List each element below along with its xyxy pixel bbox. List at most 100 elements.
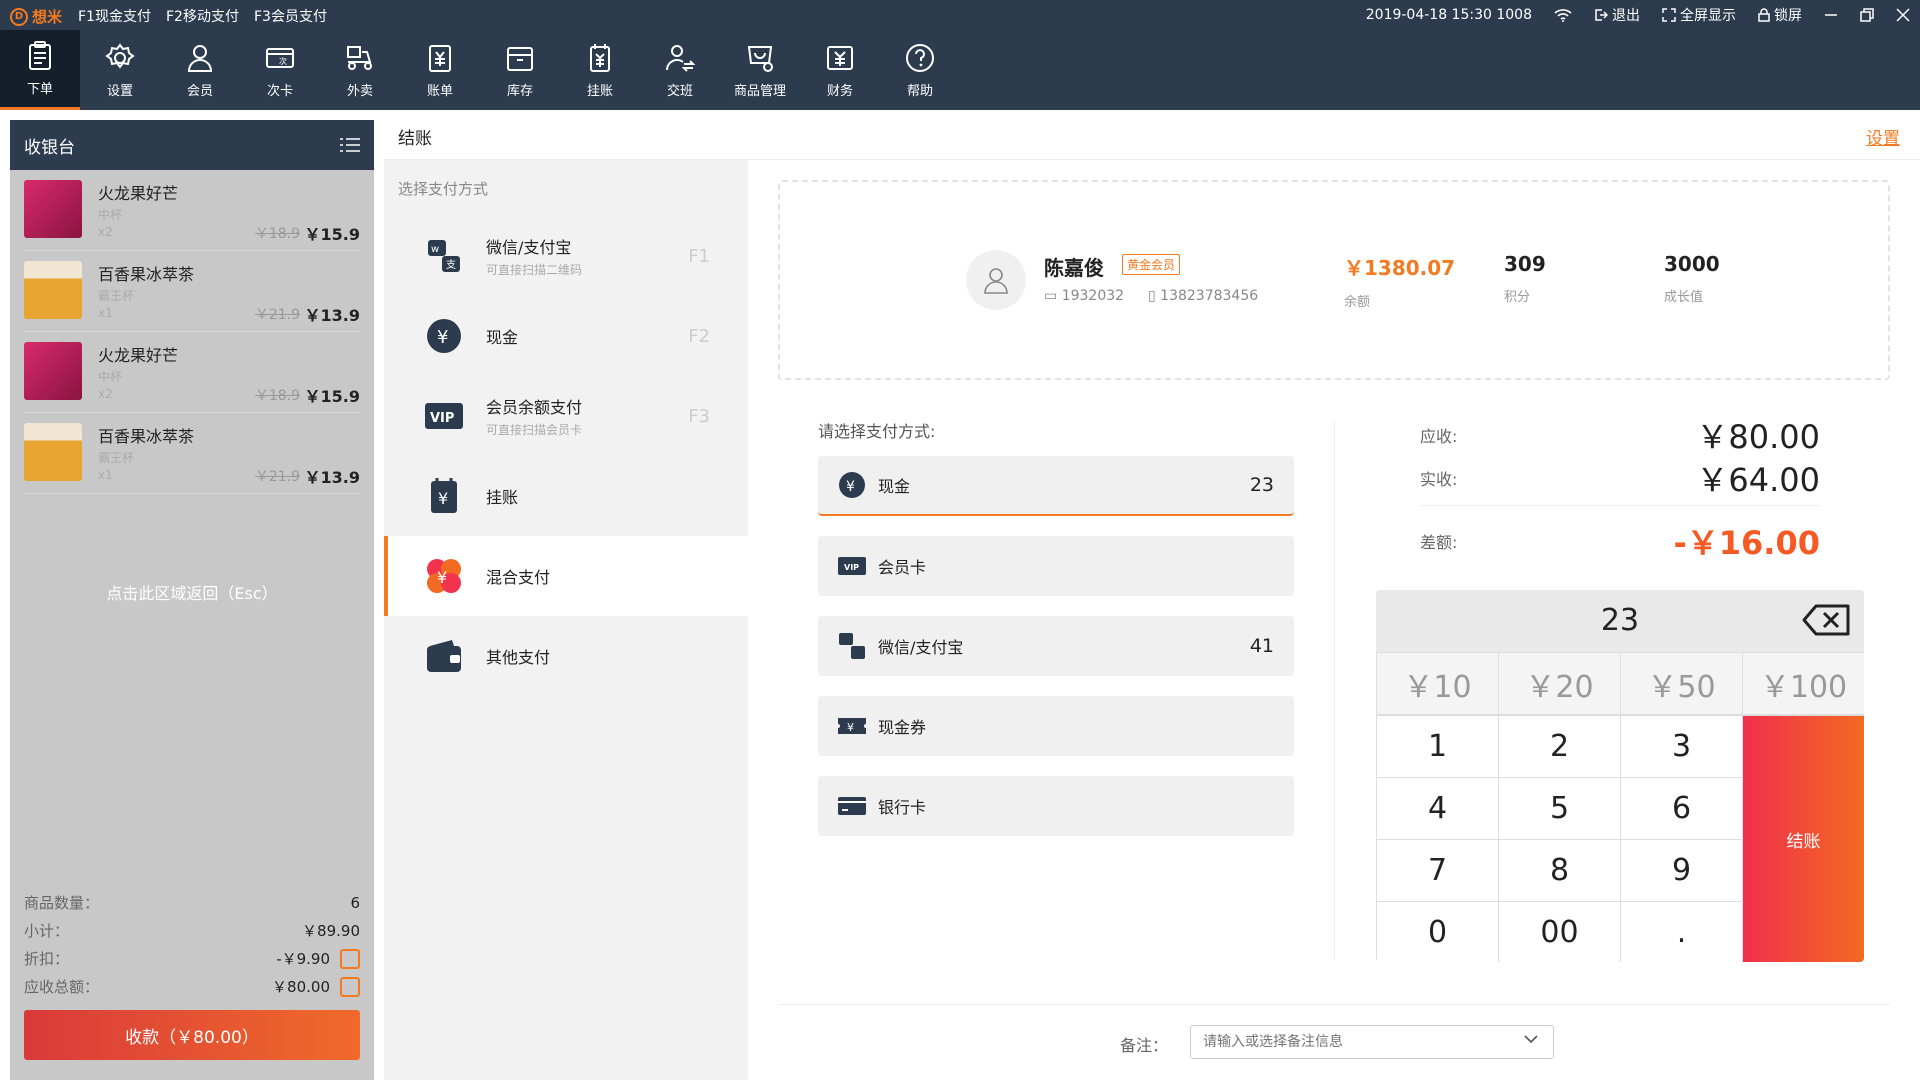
toolbar-handover[interactable]: 交班 (640, 30, 720, 110)
backspace-icon[interactable] (1802, 604, 1850, 636)
handover-icon (666, 44, 696, 72)
member-growth: 3000 成长值 (1664, 252, 1720, 305)
key-3[interactable]: 3 (1621, 716, 1742, 777)
toolbar-help[interactable]: 帮助 (880, 30, 960, 110)
chevron-down-icon[interactable] (1524, 1034, 1538, 1044)
note-input[interactable] (1190, 1025, 1554, 1059)
svg-text:¥: ¥ (846, 479, 855, 495)
key-4[interactable]: 4 (1377, 778, 1498, 839)
drink-thumbnail (24, 180, 82, 238)
edit-discount-icon[interactable] (340, 948, 360, 969)
minimize-icon[interactable] (1824, 8, 1838, 22)
member-level-badge: 黄金会员 (1122, 254, 1181, 275)
method-other[interactable]: 其他支付 (384, 616, 748, 696)
title-bar: D 想米 F1现金支付 F2移动支付 F3会员支付 2019-04-18 15:3… (0, 0, 1920, 30)
key-0[interactable]: 0 (1377, 902, 1498, 962)
order-item[interactable]: 百香果冰萃茶 霸王杯 x1 ￥21.9 ￥13.9 (24, 251, 360, 332)
toolbar-bill[interactable]: 账单 (400, 30, 480, 110)
key-5[interactable]: 5 (1499, 778, 1620, 839)
edit-total-icon[interactable] (340, 976, 360, 997)
toolbar-order[interactable]: 下单 (0, 30, 80, 110)
key-2[interactable]: 2 (1499, 716, 1620, 777)
close-icon[interactable] (1896, 8, 1910, 22)
mixed-pay-icon: ¥ (427, 559, 461, 593)
key-1[interactable]: 1 (1377, 716, 1498, 777)
order-item[interactable]: 火龙果好芒 中杯 x2 ￥18.9 ￥15.9 (24, 332, 360, 413)
member-card-no: ▭ 1932032 (1044, 288, 1125, 304)
choose-payment-label: 选择支付方式 (398, 180, 489, 198)
mixed-option-cash[interactable]: ¥ 现金 23 (818, 456, 1294, 516)
wechat-alipay-icon (839, 633, 865, 659)
key-7[interactable]: 7 (1377, 840, 1498, 901)
hotkey-cash[interactable]: F1现金支付 (78, 6, 151, 26)
goods-icon (747, 45, 773, 72)
mixed-option-wechat-alipay[interactable]: 微信/支付宝 41 (818, 616, 1294, 676)
fullscreen-button[interactable]: 全屏显示 (1662, 5, 1736, 25)
order-item[interactable]: 百香果冰萃茶 霸王杯 x1 ￥21.9 ￥13.9 (24, 413, 360, 494)
key-8[interactable]: 8 (1499, 840, 1620, 901)
checkout-button[interactable]: 结账 (1743, 716, 1864, 962)
scooter-icon (347, 45, 372, 70)
lock-button[interactable]: 锁屏 (1758, 5, 1802, 25)
bill-icon (429, 44, 451, 72)
ledger-icon (590, 43, 610, 72)
hotkey-member[interactable]: F3会员支付 (254, 6, 327, 26)
vip-icon: VIP (838, 557, 866, 575)
mixed-pay-label: 请选择支付方式: (818, 422, 936, 441)
checkout-title: 结账 (398, 129, 432, 149)
key-9[interactable]: 9 (1621, 840, 1742, 901)
mixed-option-voucher[interactable]: ¥ 现金券 (818, 696, 1294, 756)
toolbar-goods[interactable]: 商品管理 (720, 30, 800, 110)
order-item[interactable]: 火龙果好芒 中杯 x2 ￥18.9 ￥15.9 (24, 170, 360, 251)
hotkey-mobile[interactable]: F2移动支付 (166, 6, 239, 26)
voucher-icon: ¥ (838, 718, 866, 734)
method-member-balance[interactable]: VIP 会员余额支付 可直接扫描会员卡 F3 (384, 376, 748, 456)
method-cash[interactable]: ¥ 现金 F2 (384, 296, 748, 376)
ledger-icon: ¥ (431, 478, 457, 513)
method-mixed[interactable]: ¥ 混合支付 (384, 536, 748, 616)
toolbar-delivery[interactable]: 外卖 (320, 30, 400, 110)
mixed-option-bank-card[interactable]: 银行卡 (818, 776, 1294, 836)
mixed-option-member-card[interactable]: VIP 会员卡 (818, 536, 1294, 596)
toolbar-finance[interactable]: 财务 (800, 30, 880, 110)
method-wechat-alipay[interactable]: w支 微信/支付宝 可直接扫描二维码 F1 (384, 216, 748, 296)
checkout-header: 结账 设置 (384, 110, 1920, 160)
svg-text:¥: ¥ (438, 489, 448, 508)
toolbar-credit[interactable]: 挂账 (560, 30, 640, 110)
svg-text:VIP: VIP (844, 563, 859, 572)
svg-text:w: w (431, 244, 439, 255)
phone-icon: ▯ (1148, 288, 1161, 304)
svg-text:¥: ¥ (437, 327, 448, 348)
vertical-divider (1334, 420, 1335, 960)
drink-thumbnail (24, 423, 82, 481)
key-6[interactable]: 6 (1621, 778, 1742, 839)
logout-button[interactable]: 退出 (1594, 5, 1640, 25)
quick-amount-100[interactable]: ￥100 (1743, 653, 1864, 714)
keypad-display: 23 (1376, 590, 1864, 652)
wechat-alipay-icon: w支 (428, 240, 460, 272)
method-credit[interactable]: ¥ 挂账 (384, 456, 748, 536)
collect-button[interactable]: 收款（￥80.00） (24, 1010, 360, 1060)
cashier-panel: 收银台 火龙果好芒 中杯 x2 ￥18.9 ￥15.9 百香果冰萃茶 霸王杯 x… (10, 120, 374, 1080)
svg-text:¥: ¥ (847, 721, 854, 734)
quick-amount-50[interactable]: ￥50 (1621, 653, 1742, 714)
restore-icon[interactable] (1860, 8, 1874, 22)
note-label: 备注： (1120, 1036, 1169, 1055)
toolbar-member[interactable]: 会员 (160, 30, 240, 110)
toolbar-timecard[interactable]: 次 次卡 (240, 30, 320, 110)
list-menu-icon[interactable] (340, 137, 360, 153)
settings-link[interactable]: 设置 (1866, 124, 1900, 149)
key-dot[interactable]: . (1621, 902, 1742, 962)
app-logo: D 想米 (10, 6, 62, 27)
svg-text:VIP: VIP (430, 411, 454, 426)
finance-icon (827, 45, 853, 70)
quick-amount-20[interactable]: ￥20 (1499, 653, 1620, 714)
member-balance: ￥1380.07 余额 (1344, 256, 1456, 310)
toolbar-inventory[interactable]: 库存 (480, 30, 560, 110)
toolbar-settings[interactable]: 设置 (80, 30, 160, 110)
member-info-card: 陈嘉俊 黄金会员 ▭ 1932032 ▯ 13823783456 ￥1380.0… (778, 180, 1890, 380)
back-area-hint[interactable]: 点击此区域返回（Esc） (10, 580, 374, 604)
datetime: 2019-04-18 15:30 1008 (1365, 7, 1532, 23)
key-00[interactable]: 00 (1499, 902, 1620, 962)
quick-amount-10[interactable]: ￥10 (1377, 653, 1498, 714)
